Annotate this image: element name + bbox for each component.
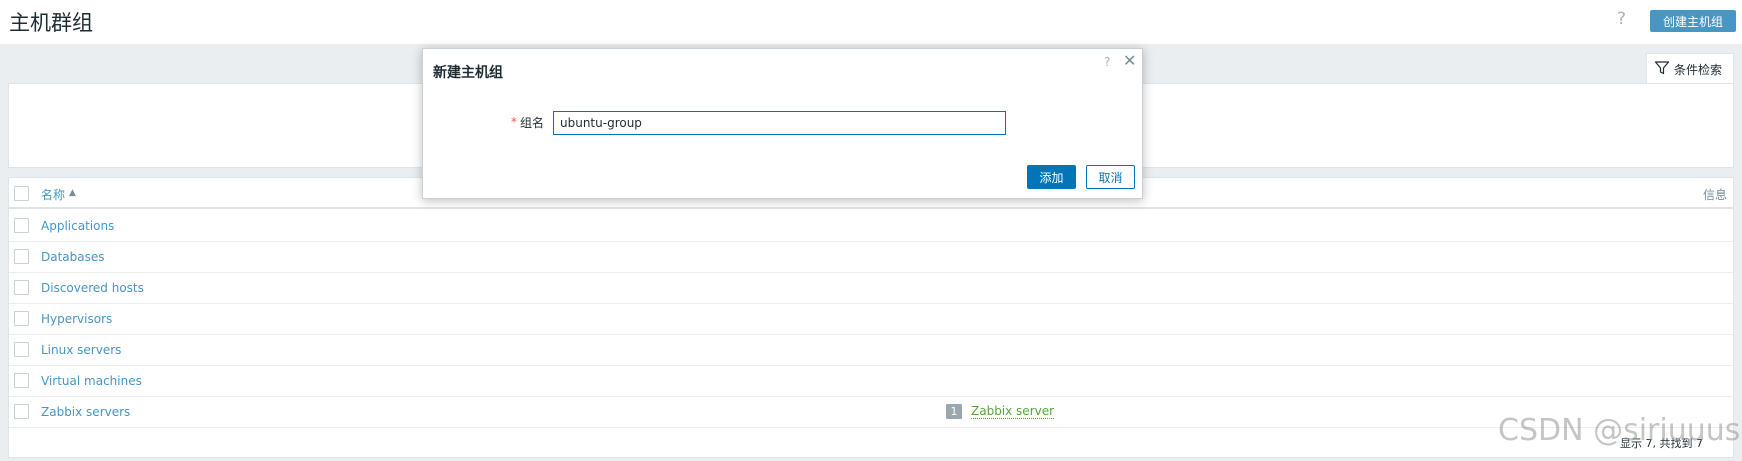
- page-header: 主机群组 ? 创建主机组: [0, 0, 1742, 44]
- group-name-input[interactable]: [553, 111, 1006, 135]
- required-marker: *: [511, 115, 517, 129]
- row-checkbox[interactable]: [14, 280, 29, 295]
- host-group-link[interactable]: Applications: [41, 219, 114, 233]
- row-checkbox[interactable]: [14, 404, 29, 419]
- host-group-link[interactable]: Hypervisors: [41, 312, 112, 326]
- cancel-button[interactable]: 取消: [1086, 165, 1135, 189]
- host-group-link[interactable]: Virtual machines: [41, 374, 142, 388]
- create-host-group-button[interactable]: 创建主机组: [1650, 10, 1736, 32]
- host-count-badge: 1: [946, 404, 962, 419]
- dialog-title: 新建主机组: [433, 65, 503, 81]
- host-group-link[interactable]: Databases: [41, 250, 105, 264]
- table-row: Discovered hosts: [9, 273, 1733, 304]
- row-checkbox[interactable]: [14, 342, 29, 357]
- host-group-table: 名称 ▲ 信息 Applications Databases Discovere…: [8, 177, 1734, 458]
- row-checkbox[interactable]: [14, 249, 29, 264]
- table-row: Applications: [9, 211, 1733, 242]
- help-icon[interactable]: ?: [1617, 9, 1626, 29]
- row-checkbox[interactable]: [14, 311, 29, 326]
- group-name-label: 组名: [520, 116, 545, 130]
- new-host-group-dialog: 新建主机组 ? ✕ * 组名 添加 取消: [422, 48, 1143, 199]
- table-row: Databases: [9, 242, 1733, 273]
- host-group-link[interactable]: Linux servers: [41, 343, 121, 357]
- sort-ascending-icon: ▲: [69, 188, 76, 198]
- select-all-checkbox[interactable]: [14, 186, 29, 201]
- column-header-name[interactable]: 名称: [41, 186, 65, 203]
- row-checkbox[interactable]: [14, 373, 29, 388]
- filter-icon: [1654, 61, 1670, 75]
- row-checkbox[interactable]: [14, 218, 29, 233]
- column-header-info: 信息: [1702, 188, 1727, 202]
- add-button[interactable]: 添加: [1027, 165, 1076, 189]
- host-link[interactable]: Zabbix server: [971, 405, 1055, 419]
- dialog-close-icon[interactable]: ✕: [1123, 51, 1136, 70]
- filter-tab[interactable]: 条件检索: [1646, 53, 1734, 83]
- page-title: 主机群组: [9, 11, 93, 35]
- dialog-help-icon[interactable]: ?: [1104, 55, 1110, 69]
- host-group-link[interactable]: Discovered hosts: [41, 281, 144, 295]
- filter-tab-label: 条件检索: [1674, 63, 1723, 77]
- table-row: Hypervisors: [9, 304, 1733, 335]
- table-row: Linux servers: [9, 335, 1733, 366]
- host-group-link[interactable]: Zabbix servers: [41, 405, 130, 419]
- table-row: Zabbix servers 1 Zabbix server: [9, 397, 1733, 428]
- table-row: Virtual machines: [9, 366, 1733, 397]
- watermark: CSDN @siriuuus: [1498, 413, 1741, 448]
